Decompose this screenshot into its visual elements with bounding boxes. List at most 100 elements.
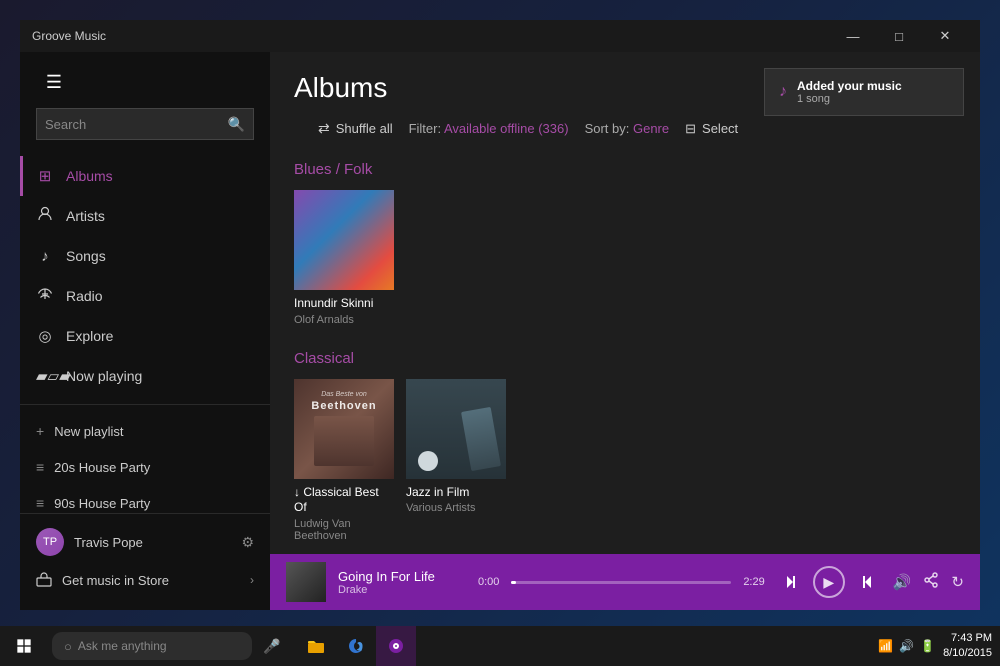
close-button[interactable]: ✕: [922, 20, 968, 52]
select-button[interactable]: ⊟ Select: [685, 121, 738, 137]
album-card-jazz[interactable]: Jazz in Film Various Artists: [406, 379, 506, 542]
avatar: TP: [36, 528, 64, 556]
genre-section-blues-folk: Blues / Folk Innundir Skinni Olof Arnald…: [294, 161, 956, 326]
hamburger-button[interactable]: ☰: [36, 64, 72, 100]
toolbar: ⇄ Shuffle all Filter: Available offline …: [294, 120, 956, 149]
app-body: ☰ 🔍 ⊞ Albums: [20, 52, 980, 610]
sidebar-bottom: TP Travis Pope ⚙ Get music in Store ›: [20, 513, 270, 610]
album-title-jazz: Jazz in Film: [406, 485, 506, 501]
taskbar-clock[interactable]: 7:43 PM 8/10/2015: [943, 631, 992, 662]
volume-button[interactable]: 🔊: [893, 573, 912, 591]
playlist-item-20s[interactable]: ≡ 20s House Party: [20, 449, 270, 485]
sidebar-label-artists: Artists: [66, 208, 105, 224]
album-title: Innundir Skinni: [294, 296, 394, 312]
filter-value[interactable]: Available offline (336): [444, 121, 569, 136]
np-thumbnail: [286, 562, 326, 602]
sidebar-label-songs: Songs: [66, 248, 106, 264]
playlist-item-90s[interactable]: ≡ 90s House Party: [20, 485, 270, 513]
username-label: Travis Pope: [74, 535, 143, 550]
playlist-icon-90s: ≡: [36, 495, 44, 511]
shuffle-all-button[interactable]: ⇄ Shuffle all: [318, 120, 393, 137]
now-playing-icon: ▰▱▰: [36, 367, 54, 385]
np-artist: Drake: [338, 584, 458, 596]
play-button[interactable]: ▶: [813, 566, 845, 598]
network-icon[interactable]: 📶: [878, 639, 893, 653]
new-playlist-button[interactable]: + New playlist: [20, 413, 270, 449]
sidebar-top: ☰ 🔍: [20, 52, 270, 156]
next-button[interactable]: [857, 574, 873, 590]
taskbar-date-display: 8/10/2015: [943, 646, 992, 661]
nav-section: ⊞ Albums Artists ♪ Songs: [20, 156, 270, 513]
np-progress-fill: [511, 581, 515, 584]
genre-title-classical: Classical: [294, 350, 956, 367]
sidebar-item-artists[interactable]: Artists: [20, 196, 270, 236]
main-content: Albums ♪ Added your music 1 song ⇄ Shuff…: [270, 52, 980, 610]
explore-icon: ◎: [36, 327, 54, 345]
taskbar-time-display: 7:43 PM: [943, 631, 992, 646]
np-progress-bar[interactable]: [511, 581, 731, 584]
np-playback-controls: ▶: [785, 566, 873, 598]
radio-icon: [36, 287, 54, 305]
shuffle-label: Shuffle all: [336, 121, 393, 136]
genre-title-blues-folk: Blues / Folk: [294, 161, 956, 178]
album-artist: Olof Arnalds: [294, 314, 394, 326]
sort-value[interactable]: Genre: [633, 121, 669, 136]
sidebar-item-radio[interactable]: Radio: [20, 276, 270, 316]
np-time-current: 0:00: [478, 576, 499, 588]
toast-subtitle: 1 song: [797, 93, 902, 105]
new-playlist-label: New playlist: [54, 424, 123, 439]
main-header: Albums ♪ Added your music 1 song ⇄ Shuff…: [270, 52, 980, 161]
store-item[interactable]: Get music in Store ›: [36, 562, 254, 598]
search-box[interactable]: 🔍: [36, 108, 254, 140]
taskbar-file-explorer[interactable]: [296, 626, 336, 666]
search-input[interactable]: [45, 117, 228, 132]
taskbar-groove[interactable]: [376, 626, 416, 666]
share-button[interactable]: [923, 572, 939, 592]
volume-sys-icon[interactable]: 🔊: [899, 639, 914, 653]
title-bar: Groove Music — □ ✕: [20, 20, 980, 52]
system-icons: 📶 🔊 🔋: [878, 639, 935, 653]
album-title-beethoven: ↓ Classical Best Of: [294, 485, 394, 516]
toast-content: Added your music 1 song: [797, 79, 902, 105]
sidebar-item-explore[interactable]: ◎ Explore: [20, 316, 270, 356]
albums-row-blues-folk: Innundir Skinni Olof Arnalds: [294, 190, 956, 326]
user-item[interactable]: TP Travis Pope ⚙: [36, 522, 254, 562]
toast-title: Added your music: [797, 79, 902, 93]
album-artist-jazz: Various Artists: [406, 502, 506, 514]
sidebar: ☰ 🔍 ⊞ Albums: [20, 52, 270, 610]
maximize-button[interactable]: □: [876, 20, 922, 52]
sidebar-item-now-playing[interactable]: ▰▱▰ Now playing: [20, 356, 270, 396]
prev-button[interactable]: [785, 574, 801, 590]
sidebar-label-now-playing: Now playing: [66, 368, 142, 384]
start-button[interactable]: [0, 626, 48, 666]
now-playing-bar: Going In For Life Drake 0:00 2:29 ▶: [270, 554, 980, 610]
sidebar-item-songs[interactable]: ♪ Songs: [20, 236, 270, 276]
albums-icon: ⊞: [36, 167, 54, 185]
nav-divider: [20, 404, 270, 405]
songs-icon: ♪: [36, 248, 54, 265]
window-controls: — □ ✕: [830, 20, 968, 52]
search-icon: 🔍: [228, 116, 245, 133]
taskbar-search-box[interactable]: ○ Ask me anything: [52, 632, 252, 660]
taskbar: ○ Ask me anything 🎤 📶: [0, 626, 1000, 666]
store-icon: [36, 571, 52, 590]
album-card[interactable]: Innundir Skinni Olof Arnalds: [294, 190, 394, 326]
chevron-right-icon: ›: [250, 573, 254, 587]
sort-label: Sort by: Genre: [585, 121, 670, 136]
repeat-button[interactable]: ↻: [951, 573, 964, 591]
sidebar-label-albums: Albums: [66, 168, 113, 184]
taskbar-right: 📶 🔊 🔋 7:43 PM 8/10/2015: [878, 631, 1000, 662]
minimize-button[interactable]: —: [830, 20, 876, 52]
taskbar-edge[interactable]: [336, 626, 376, 666]
playlist-icon: ≡: [36, 459, 44, 475]
np-track-title: Going In For Life: [338, 569, 458, 584]
add-icon: +: [36, 423, 44, 439]
np-right-controls: 🔊 ↻: [893, 572, 964, 592]
sidebar-item-albums[interactable]: ⊞ Albums: [20, 156, 270, 196]
album-card-beethoven[interactable]: Das Beste von Beethoven ↓ Classical Best…: [294, 379, 394, 542]
settings-icon[interactable]: ⚙: [241, 534, 254, 551]
artists-icon: [36, 206, 54, 226]
mic-button[interactable]: 🎤: [256, 626, 288, 666]
genre-section-classical: Classical Das Beste von Beethoven ↓ Clas…: [294, 350, 956, 542]
battery-icon: 🔋: [920, 639, 935, 653]
